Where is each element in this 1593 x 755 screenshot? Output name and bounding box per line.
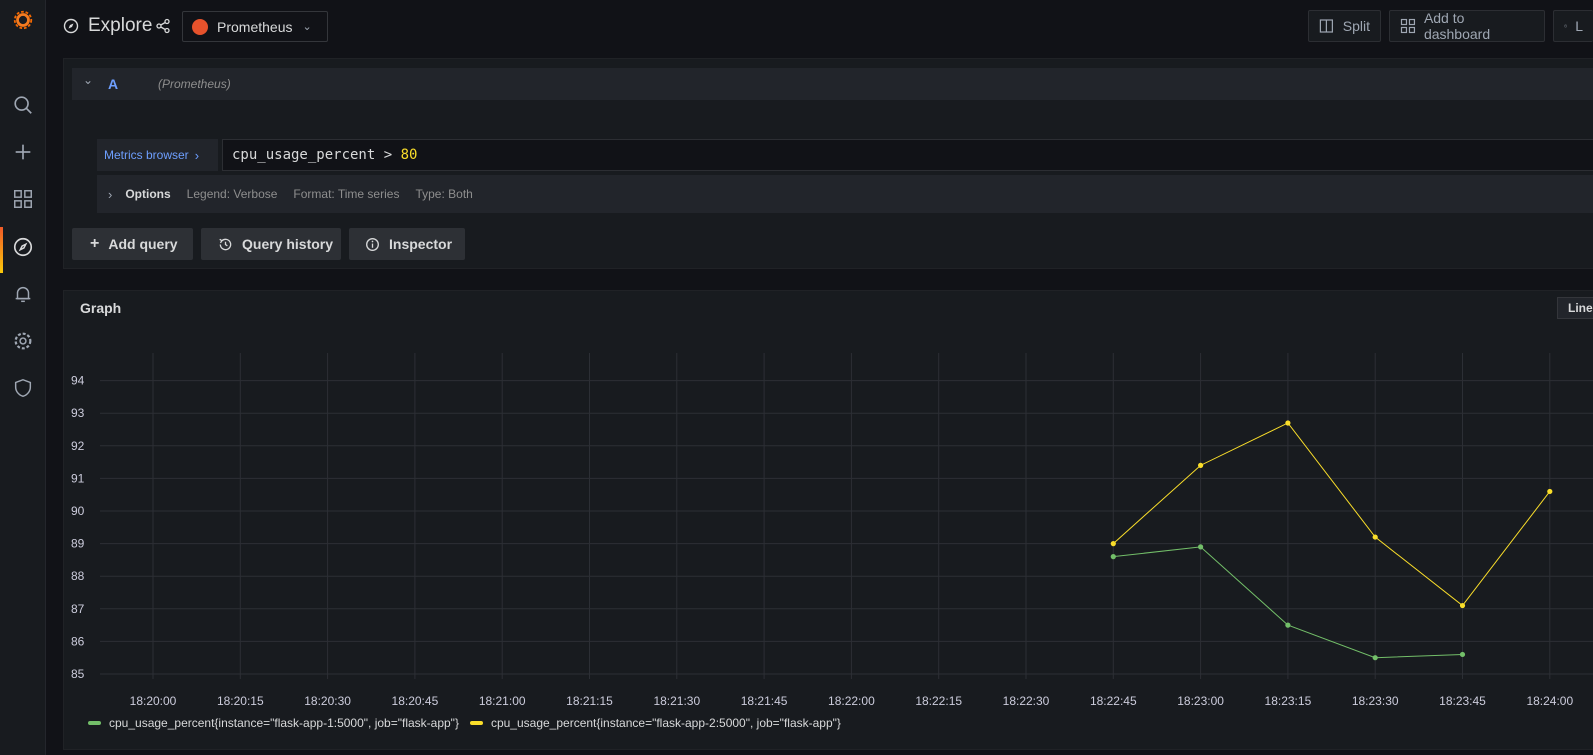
explore-compass-title-icon — [63, 18, 79, 34]
alerting-bell-icon[interactable] — [0, 274, 46, 314]
clock-icon — [1564, 24, 1568, 28]
x-tick-label: 18:23:00 — [1177, 694, 1224, 708]
chevron-right-icon: › — [194, 147, 200, 163]
dashboards-icon[interactable] — [0, 179, 46, 219]
query-row-header[interactable]: ⌄ A (Prometheus) — [72, 68, 1593, 100]
sidebar — [0, 0, 46, 755]
data-point-series-1 — [1285, 622, 1291, 628]
add-query-label: Add query — [108, 236, 178, 252]
query-history-button[interactable]: Query history — [201, 228, 341, 260]
x-tick-label: 18:20:15 — [217, 694, 264, 708]
x-tick-label: 18:23:45 — [1439, 694, 1486, 708]
x-tick-label: 18:22:00 — [828, 694, 875, 708]
query-expression-input[interactable]: cpu_usage_percent > 80 — [222, 139, 1593, 171]
datasource-picker-label: Prometheus — [217, 18, 293, 35]
query-expression-value: 80 — [400, 147, 418, 163]
history-icon — [219, 238, 232, 250]
x-tick-label: 18:20:45 — [392, 694, 439, 708]
dashboard-grid-icon — [1400, 18, 1416, 34]
datasource-picker[interactable]: Prometheus ⌄ — [182, 11, 328, 42]
add-to-dashboard-label: Add to dashboard — [1423, 10, 1491, 42]
search-icon[interactable] — [0, 85, 46, 125]
x-tick-label: 18:22:30 — [1003, 694, 1050, 708]
x-tick-label: 18:20:30 — [304, 694, 351, 708]
data-point-series-1 — [1198, 544, 1204, 550]
collapse-chevron-icon[interactable]: ⌄ — [83, 73, 93, 87]
data-point-series-2 — [1110, 541, 1116, 547]
plus-icon: + — [90, 235, 100, 252]
options-chevron-icon: › — [108, 186, 113, 202]
inspector-button[interactable]: Inspector — [349, 228, 465, 260]
series-line-2 — [1112, 422, 1551, 607]
split-button-label: Split — [1342, 18, 1370, 34]
query-datasource-hint: (Prometheus) — [158, 77, 231, 91]
options-label: Options — [125, 187, 171, 201]
y-tick-label: 91 — [71, 471, 85, 485]
split-button[interactable]: Split — [1308, 10, 1381, 42]
metrics-browser-button[interactable]: Metrics browser › — [97, 139, 218, 171]
data-point-series-2 — [1372, 534, 1378, 540]
x-tick-label: 18:24:00 — [1526, 694, 1573, 708]
legend-item-flask-app-2[interactable]: cpu_usage_percent{instance="flask-app-2:… — [491, 716, 841, 730]
data-point-series-2 — [1459, 602, 1466, 609]
data-point-series-2 — [1198, 462, 1204, 468]
server-admin-shield-icon[interactable] — [0, 368, 46, 408]
x-tick-label: 18:21:15 — [566, 694, 613, 708]
configuration-gear-icon[interactable] — [0, 321, 46, 361]
data-point-series-1 — [1459, 651, 1466, 658]
data-point-series-1 — [1110, 554, 1116, 560]
graph-panel: Graph Lines 18:20:0018:20:1518:20:3018:2… — [63, 290, 1593, 750]
x-tick-label: 18:21:30 — [653, 694, 700, 708]
legend-item-flask-app-1[interactable]: cpu_usage_percent{instance="flask-app-1:… — [109, 716, 459, 730]
x-tick-label: 18:22:15 — [915, 694, 962, 708]
y-tick-label: 93 — [71, 406, 85, 420]
time-series-chart: 18:20:00 18:20:15 18:20:30 18:20:45 18:21:00… — [71, 353, 1593, 708]
query-expression-metric: cpu_usage_percent > — [232, 147, 401, 163]
metrics-browser-label: Metrics browser — [104, 148, 189, 162]
legend-swatch-yellow — [469, 721, 483, 725]
y-tick-label: 89 — [71, 537, 85, 551]
y-tick-label: 86 — [71, 634, 85, 648]
page-title: Explore — [88, 15, 153, 36]
y-tick-label: 92 — [71, 439, 85, 453]
legend-swatch-green — [88, 721, 101, 725]
format-option: Format: Time series — [293, 187, 400, 201]
time-range-label: L — [1575, 18, 1583, 34]
query-editor-panel: ⌄ A (Prometheus) Metrics browser › cpu_u… — [63, 58, 1593, 269]
y-tick-label: 88 — [71, 569, 85, 583]
chevron-down-icon: ⌄ — [302, 21, 312, 33]
add-query-button[interactable]: + Add query — [72, 228, 193, 260]
split-icon — [1319, 19, 1333, 33]
grafana-logo-icon[interactable] — [0, 0, 46, 40]
time-range-button[interactable]: L — [1553, 10, 1593, 42]
x-tick-label: 18:21:45 — [741, 694, 788, 708]
add-to-dashboard-button[interactable]: Add to dashboard — [1389, 10, 1545, 42]
plus-icon[interactable] — [0, 132, 46, 172]
prometheus-logo-icon — [192, 18, 208, 35]
data-point-series-1 — [1372, 655, 1378, 661]
explore-compass-icon[interactable] — [0, 227, 46, 267]
info-circle-icon — [366, 237, 379, 251]
x-tick-label: 18:23:15 — [1265, 694, 1312, 708]
y-tick-label: 90 — [71, 504, 85, 518]
inspector-label: Inspector — [389, 236, 453, 252]
y-tick-label: 85 — [71, 667, 85, 681]
query-options-row[interactable]: › Options Legend: Verbose Format: Time s… — [97, 175, 1593, 213]
x-tick-label: 18:22:45 — [1090, 694, 1137, 708]
query-ref-id: A — [108, 76, 119, 92]
data-point-series-2 — [1547, 488, 1553, 495]
x-tick-label: 18:20:00 — [130, 694, 177, 708]
x-tick-label: 18:23:30 — [1352, 694, 1399, 708]
chart-legend: cpu_usage_percent{instance="flask-app-1:… — [88, 716, 841, 730]
y-tick-label: 94 — [71, 374, 85, 388]
legend-option: Legend: Verbose — [186, 187, 278, 201]
x-tick-label: 18:21:00 — [479, 694, 526, 708]
share-icon[interactable] — [155, 18, 171, 34]
data-point-series-2 — [1285, 420, 1291, 426]
type-option: Type: Both — [415, 187, 473, 201]
query-history-label: Query history — [242, 236, 334, 252]
y-tick-label: 87 — [71, 602, 85, 616]
